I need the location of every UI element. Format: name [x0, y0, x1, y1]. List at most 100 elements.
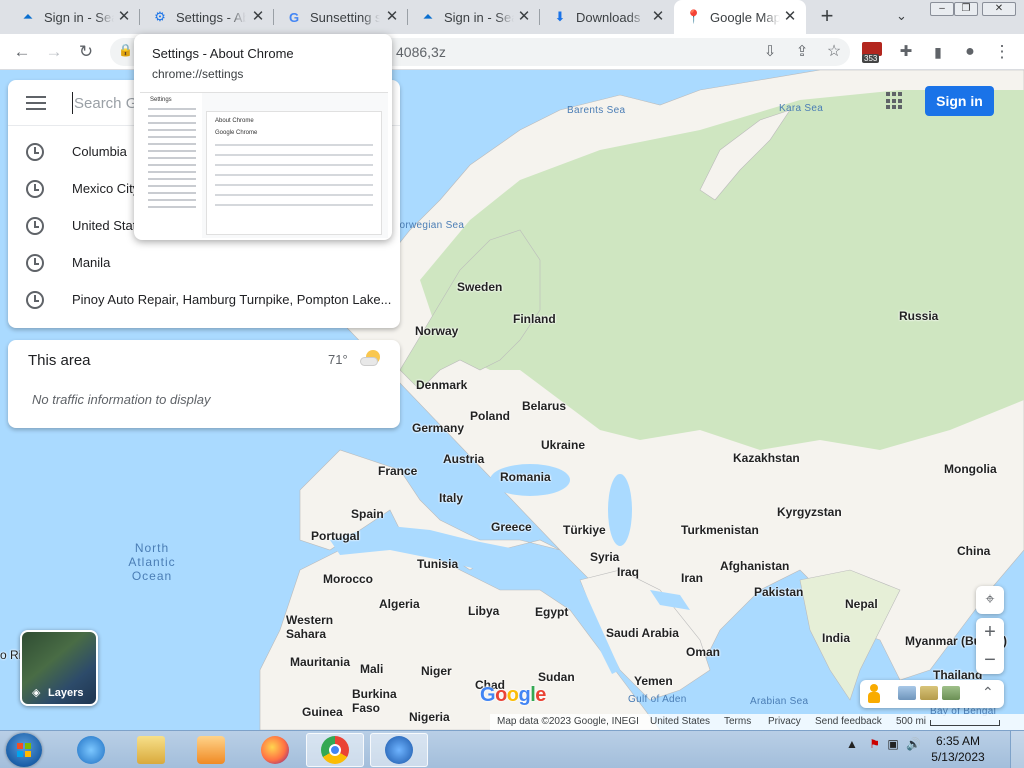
place-label[interactable]: Pakistan — [754, 585, 803, 599]
close-icon[interactable]: ✕ — [650, 9, 666, 25]
place-label[interactable]: Italy — [439, 491, 463, 505]
sign-in-button[interactable]: Sign in — [925, 86, 994, 116]
partly-cloudy-icon[interactable] — [360, 350, 382, 368]
place-label[interactable]: Morocco — [323, 572, 373, 586]
place-label[interactable]: Nepal — [845, 597, 878, 611]
place-label[interactable]: Syria — [590, 550, 619, 564]
place-label[interactable]: Guinea — [302, 705, 343, 719]
action-center-icon[interactable]: ⚑ — [869, 737, 880, 751]
place-label[interactable]: Russia — [899, 309, 938, 323]
expand-chevron-icon[interactable]: ⌃ — [982, 684, 994, 701]
place-label[interactable]: Norway — [415, 324, 458, 338]
new-tab-button[interactable]: + — [816, 5, 838, 28]
tab-search-chevron-icon[interactable]: ⌄ — [896, 8, 907, 24]
volume-icon[interactable]: 🔊 — [906, 737, 921, 751]
close-icon[interactable]: ✕ — [116, 9, 132, 25]
close-icon[interactable]: ✕ — [250, 9, 266, 25]
taskbar-clock[interactable]: 6:35 AM 5/13/2023 — [928, 733, 988, 765]
terms-link[interactable]: Terms — [724, 716, 751, 727]
network-icon[interactable]: ▣ — [887, 737, 898, 751]
place-label[interactable]: Burkina Faso — [352, 687, 398, 715]
taskbar-chrome[interactable] — [306, 733, 364, 767]
place-label[interactable]: Saudi Arabia — [606, 626, 679, 640]
place-label[interactable]: Sweden — [457, 280, 502, 294]
place-label[interactable]: Yemen — [634, 674, 673, 688]
place-label[interactable]: India — [822, 631, 850, 645]
place-label[interactable]: Romania — [500, 470, 551, 484]
tab-downloads[interactable]: ⬇ Downloads ✕ — [540, 0, 674, 34]
back-button[interactable]: ← — [10, 40, 34, 64]
place-label[interactable]: Mongolia — [944, 462, 997, 476]
send-feedback-link[interactable]: Send feedback — [815, 716, 882, 727]
place-label[interactable]: Tunisia — [417, 557, 458, 571]
place-label[interactable]: Afghanistan — [720, 559, 789, 573]
place-label[interactable]: Denmark — [416, 378, 467, 392]
place-label[interactable]: Belarus — [522, 399, 566, 413]
place-label[interactable]: Sudan — [538, 670, 575, 684]
close-window-button[interactable]: ✕ — [982, 2, 1016, 16]
place-label[interactable]: Germany — [412, 421, 464, 435]
taskbar-firefox[interactable] — [246, 733, 304, 767]
street-view-thumb-icon[interactable] — [942, 686, 960, 700]
share-icon[interactable]: ⇪ — [790, 40, 814, 64]
place-label[interactable]: China — [957, 544, 990, 558]
satellite-thumb-icon[interactable] — [898, 686, 916, 700]
my-location-button[interactable]: ⌖ — [976, 586, 1004, 614]
scale-label[interactable]: 500 mi — [896, 716, 926, 727]
history-item[interactable]: Manila — [8, 245, 400, 282]
reload-button[interactable]: ↻ — [74, 40, 98, 64]
show-desktop-button[interactable] — [1010, 731, 1024, 768]
taskbar-internet-explorer[interactable] — [62, 733, 120, 767]
place-label[interactable]: Ukraine — [541, 438, 585, 452]
place-label[interactable]: Greece — [491, 520, 532, 534]
extensions-puzzle-icon[interactable]: ✚ — [894, 40, 918, 64]
tab-google-maps[interactable]: 📍 Google Map ✕ — [674, 0, 806, 34]
place-label[interactable]: France — [378, 464, 417, 478]
taskbar-file-explorer[interactable] — [122, 733, 180, 767]
maximize-button[interactable]: ❐ — [954, 2, 978, 16]
lock-icon[interactable]: 🔒 — [118, 43, 133, 57]
place-label[interactable]: Austria — [443, 452, 484, 466]
tab-sign-in-2[interactable]: ⏶ Sign in - Sea ✕ — [408, 0, 540, 34]
place-label[interactable]: Turkmenistan — [681, 523, 759, 537]
terrain-thumb-icon[interactable] — [920, 686, 938, 700]
install-app-icon[interactable]: ⇩ — [758, 40, 782, 64]
tray-expand-icon[interactable]: ▲ — [846, 737, 858, 751]
tab-sunsetting[interactable]: G Sunsetting su ✕ — [274, 0, 408, 34]
pegman-icon[interactable] — [868, 684, 880, 704]
taskbar-maps-app[interactable] — [370, 733, 428, 767]
profile-avatar-icon[interactable]: ● — [958, 40, 982, 64]
place-label[interactable]: Poland — [470, 409, 510, 423]
place-label[interactable]: Nigeria — [409, 710, 450, 724]
tab-settings[interactable]: ⚙ Settings - Ab ✕ — [140, 0, 274, 34]
close-icon[interactable]: ✕ — [516, 9, 532, 25]
zoom-in-button[interactable]: + — [976, 618, 1004, 646]
zoom-out-button[interactable]: − — [976, 646, 1004, 674]
place-label[interactable]: Kazakhstan — [733, 451, 800, 465]
close-icon[interactable]: ✕ — [782, 9, 798, 25]
forward-button[interactable]: → — [42, 40, 66, 64]
place-label[interactable]: Oman — [686, 645, 720, 659]
history-item[interactable]: Pinoy Auto Repair, Hamburg Turnpike, Pom… — [8, 282, 400, 319]
chrome-menu-icon[interactable]: ⋮ — [990, 40, 1014, 64]
minimize-button[interactable]: – — [930, 2, 954, 16]
side-panel-icon[interactable]: ▮ — [926, 40, 950, 64]
place-label[interactable]: Iran — [681, 571, 703, 585]
layers-button[interactable]: ◈ Layers — [20, 630, 98, 706]
taskbar-media-player[interactable] — [182, 733, 240, 767]
hamburger-menu-icon[interactable] — [26, 96, 46, 110]
place-label[interactable]: Finland — [513, 312, 556, 326]
area-temperature[interactable]: 71° — [328, 352, 348, 367]
close-icon[interactable]: ✕ — [384, 9, 400, 25]
google-apps-icon[interactable] — [886, 92, 904, 110]
start-button[interactable] — [6, 733, 42, 767]
place-label[interactable]: Türkiye — [563, 523, 606, 537]
place-label[interactable]: Iraq — [617, 565, 639, 579]
place-label[interactable]: Spain — [351, 507, 384, 521]
place-label[interactable]: Mauritania — [290, 655, 350, 669]
privacy-link[interactable]: Privacy — [768, 716, 801, 727]
place-label[interactable]: Libya — [468, 604, 499, 618]
bookmark-star-icon[interactable]: ☆ — [822, 40, 846, 64]
place-label[interactable]: Portugal — [311, 529, 360, 543]
tab-sign-in-1[interactable]: ⏶ Sign in - Sea ✕ — [8, 0, 140, 34]
